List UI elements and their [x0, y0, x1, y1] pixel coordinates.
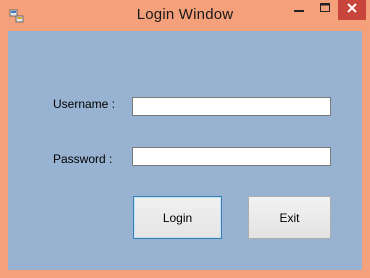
- exit-button-label: Exit: [279, 210, 300, 225]
- maximize-button[interactable]: [312, 0, 338, 20]
- title-bar[interactable]: Login Window: [0, 0, 370, 32]
- close-icon: [346, 1, 358, 19]
- password-input[interactable]: [132, 147, 331, 166]
- login-window: Login Window Username: Password: Login…: [0, 0, 370, 278]
- close-button[interactable]: [338, 0, 366, 20]
- password-label: Password :: [53, 152, 113, 166]
- login-button[interactable]: Login: [133, 196, 222, 239]
- username-input[interactable]: [132, 97, 331, 116]
- form-client-area: Username : Password : Login Exit: [8, 31, 362, 270]
- minimize-button[interactable]: [286, 0, 312, 20]
- maximize-icon: [319, 1, 331, 19]
- minimize-icon: [293, 1, 305, 19]
- login-button-label: Login: [162, 210, 193, 225]
- username-label: Username :: [53, 97, 116, 111]
- exit-button[interactable]: Exit: [248, 196, 331, 239]
